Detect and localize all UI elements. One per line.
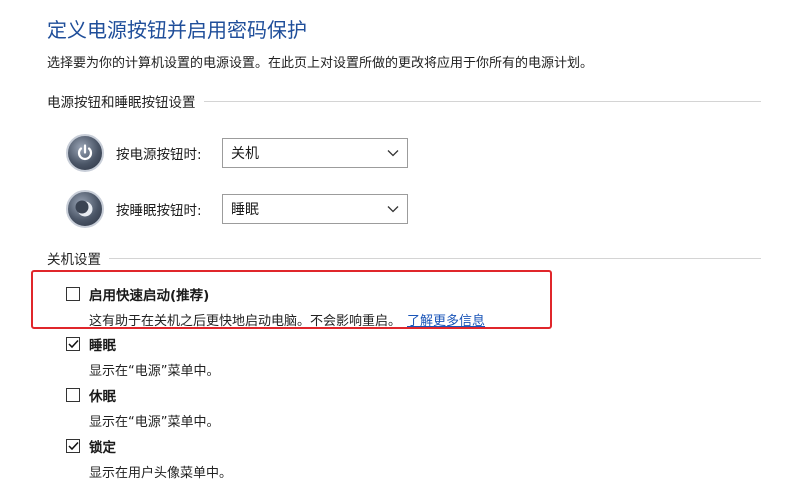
sleep-button-label: 按睡眠按钮时: — [116, 203, 202, 219]
fast-startup-checkbox[interactable] — [66, 287, 80, 301]
shutdown-section-heading: 关机设置 — [47, 252, 101, 268]
section-divider — [109, 257, 761, 259]
sleep-label: 睡眠 — [89, 338, 116, 354]
section-divider — [203, 100, 761, 102]
chevron-down-icon — [387, 150, 399, 157]
checkmark-icon — [67, 339, 79, 349]
chevron-down-icon — [387, 206, 399, 213]
learn-more-link[interactable]: 了解更多信息 — [407, 314, 485, 329]
page-description: 选择要为你的计算机设置的电源设置。在此页上对设置所做的更改将应用于你所有的电源计… — [47, 56, 594, 71]
fast-startup-option: 启用快速启动(推荐) 这有助于在关机之后更快地启动电脑。不会影响重启。 了解更多信… — [66, 284, 485, 329]
sleep-button-action-select[interactable]: 睡眠 — [222, 194, 408, 224]
shutdown-settings-section: 关机设置 — [47, 248, 761, 268]
power-section-heading: 电源按钮和睡眠按钮设置 — [47, 95, 196, 111]
lock-label: 锁定 — [89, 440, 116, 456]
fast-startup-label: 启用快速启动(推荐) — [89, 288, 210, 304]
fast-startup-description: 这有助于在关机之后更快地启动电脑。不会影响重启。 — [89, 314, 402, 329]
power-icon — [66, 134, 104, 172]
sleep-option: 睡眠 显示在“电源”菜单中。 — [66, 334, 219, 379]
sleep-button-action-value: 睡眠 — [231, 202, 259, 218]
power-button-label: 按电源按钮时: — [116, 147, 202, 163]
lock-checkbox[interactable] — [66, 439, 80, 453]
checkmark-icon — [67, 441, 79, 451]
sleep-button-row: 按睡眠按钮时: 睡眠 — [66, 190, 408, 228]
sleep-checkbox[interactable] — [66, 337, 80, 351]
hibernate-description: 显示在“电源”菜单中。 — [89, 415, 220, 430]
power-buttons-section: 电源按钮和睡眠按钮设置 — [47, 91, 761, 111]
hibernate-label: 休眠 — [89, 389, 116, 405]
power-button-row: 按电源按钮时: 关机 — [66, 134, 408, 172]
lock-option: 锁定 显示在用户头像菜单中。 — [66, 436, 232, 481]
power-button-action-select[interactable]: 关机 — [222, 138, 408, 168]
sleep-moon-icon — [66, 190, 104, 228]
power-button-action-value: 关机 — [231, 146, 259, 162]
lock-description: 显示在用户头像菜单中。 — [89, 466, 233, 481]
hibernate-option: 休眠 显示在“电源”菜单中。 — [66, 385, 219, 430]
hibernate-checkbox[interactable] — [66, 388, 80, 402]
sleep-description: 显示在“电源”菜单中。 — [89, 364, 220, 379]
page-title: 定义电源按钮并启用密码保护 — [47, 18, 307, 42]
